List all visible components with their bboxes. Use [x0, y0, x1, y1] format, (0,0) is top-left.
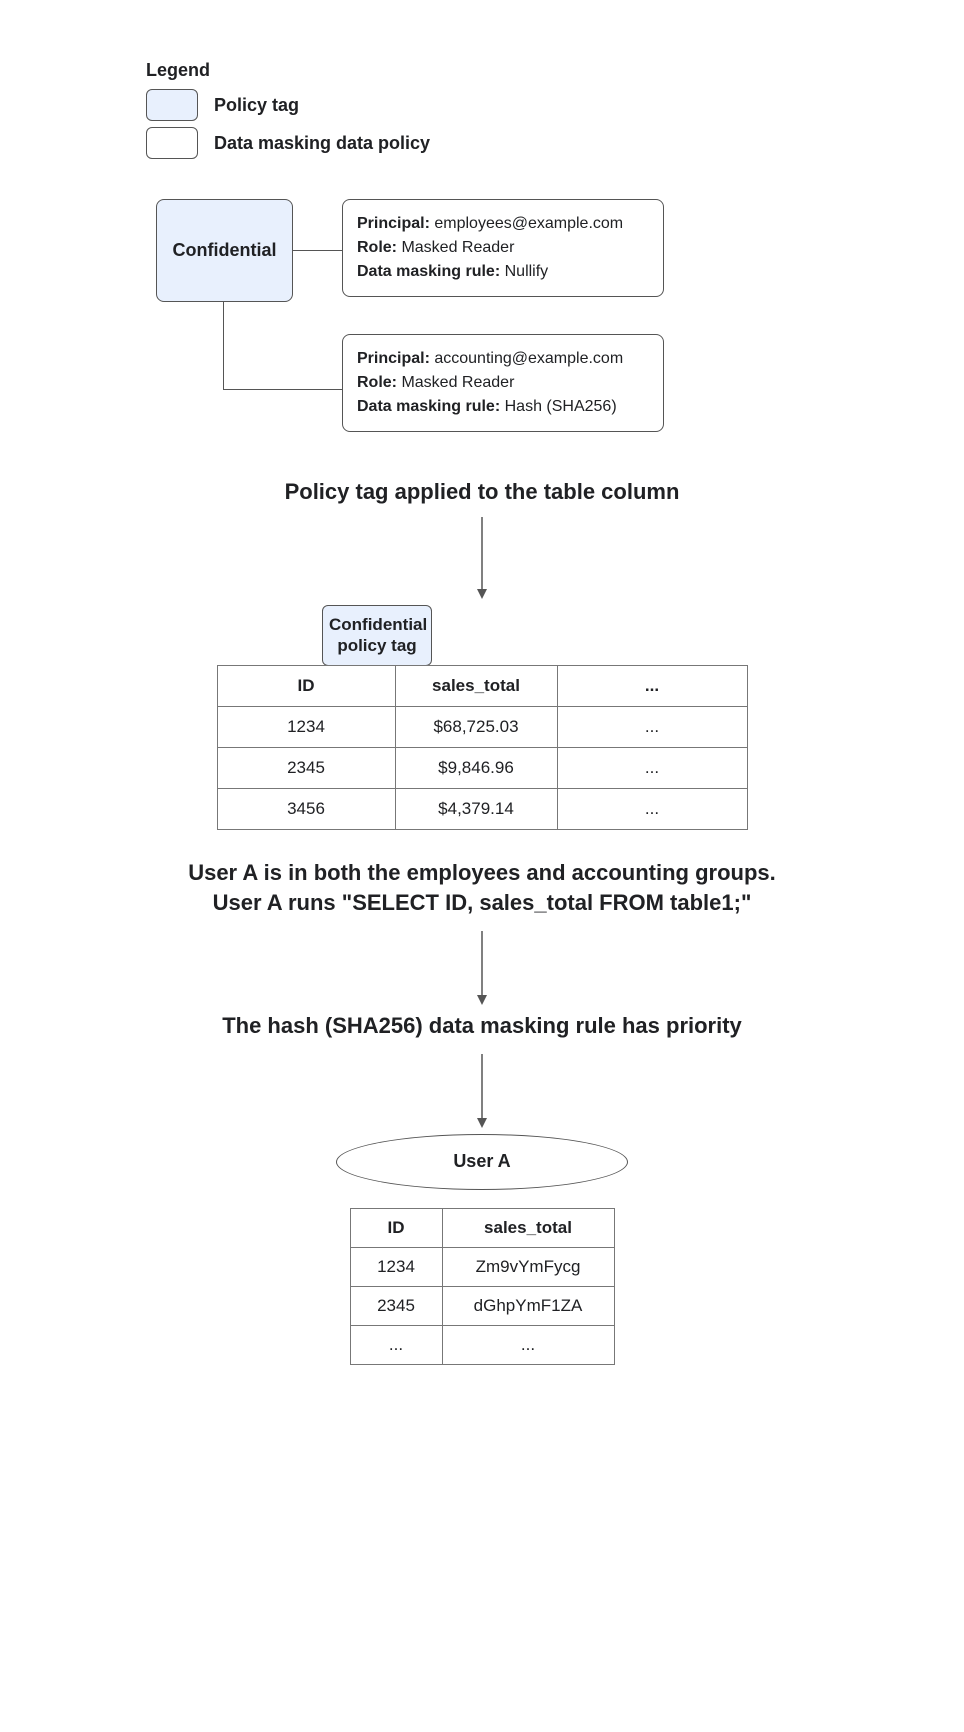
legend-row-policy-tag: Policy tag: [146, 89, 884, 121]
source-table: ID sales_total ... 1234 $68,725.03 ... 2…: [217, 665, 748, 830]
col-header-id: ID: [350, 1208, 442, 1247]
col-header-sales-total: sales_total: [395, 665, 557, 706]
rule-value: Hash (SHA256): [505, 398, 617, 415]
role-value: Masked Reader: [401, 374, 514, 391]
table-row: 2345 dGhpYmF1ZA: [350, 1286, 614, 1325]
cell-id: 3456: [217, 788, 395, 829]
legend-label-policy-tag: Policy tag: [214, 95, 299, 116]
caption-line: User A is in both the employees and acco…: [188, 860, 776, 885]
rule-value: Nullify: [505, 263, 549, 280]
col-header-id: ID: [217, 665, 395, 706]
badge-line: Confidential: [329, 615, 427, 634]
data-policy-swatch-icon: [146, 127, 198, 159]
arrow-down-icon: [472, 1052, 492, 1130]
table-row: ... ...: [350, 1325, 614, 1364]
legend-title: Legend: [146, 60, 884, 81]
arrow-down-block: [80, 515, 884, 601]
cell-sales-total: $4,379.14: [395, 788, 557, 829]
cell-ellipsis: ...: [442, 1325, 614, 1364]
user-a-oval: User A: [336, 1134, 628, 1190]
caption-line: User A runs "SELECT ID, sales_total FROM…: [213, 890, 752, 915]
principal-label: Principal:: [357, 215, 430, 232]
col-header-sales-total: sales_total: [442, 1208, 614, 1247]
data-policy-box-accounting: Principal: accounting@example.com Role: …: [342, 334, 664, 432]
principal-value: accounting@example.com: [434, 350, 623, 367]
rule-label: Data masking rule:: [357, 398, 500, 415]
cell-ellipsis: ...: [350, 1325, 442, 1364]
rule-label: Data masking rule:: [357, 263, 500, 280]
cell-id: 2345: [350, 1286, 442, 1325]
arrow-down-block: [80, 929, 884, 1007]
arrow-down-block: [80, 1052, 884, 1130]
legend-block: Legend Policy tag Data masking data poli…: [146, 60, 884, 159]
caption-priority: The hash (SHA256) data masking rule has …: [80, 1011, 884, 1042]
cell-ellipsis: ...: [557, 747, 747, 788]
col-header-ellipsis: ...: [557, 665, 747, 706]
policy-diagram: Confidential Principal: employees@exampl…: [80, 199, 884, 459]
principal-value: employees@example.com: [434, 215, 623, 232]
data-policy-box-employees: Principal: employees@example.com Role: M…: [342, 199, 664, 297]
role-label: Role:: [357, 374, 397, 391]
table-header-row: ID sales_total ...: [217, 665, 747, 706]
policy-tag-swatch-icon: [146, 89, 198, 121]
connector-line-icon: [293, 250, 342, 251]
table-row: 3456 $4,379.14 ...: [217, 788, 747, 829]
cell-id: 1234: [217, 706, 395, 747]
confidential-policy-tag-badge: Confidential policy tag: [322, 605, 432, 666]
table-row: 2345 $9,846.96 ...: [217, 747, 747, 788]
result-table: ID sales_total 1234 Zm9vYmFycg 2345 dGhp…: [350, 1208, 615, 1365]
legend-row-data-policy: Data masking data policy: [146, 127, 884, 159]
cell-sales-total-masked: Zm9vYmFycg: [442, 1247, 614, 1286]
cell-ellipsis: ...: [557, 788, 747, 829]
badge-line: policy tag: [337, 636, 416, 655]
connector-line-icon: [223, 389, 342, 390]
cell-ellipsis: ...: [557, 706, 747, 747]
cell-sales-total: $68,725.03: [395, 706, 557, 747]
cell-id: 2345: [217, 747, 395, 788]
caption-user-scenario: User A is in both the employees and acco…: [80, 858, 884, 920]
arrow-down-icon: [472, 929, 492, 1007]
table-row: 1234 Zm9vYmFycg: [350, 1247, 614, 1286]
role-value: Masked Reader: [401, 239, 514, 256]
connector-line-icon: [223, 302, 224, 389]
principal-label: Principal:: [357, 350, 430, 367]
cell-sales-total: $9,846.96: [395, 747, 557, 788]
arrow-down-icon: [472, 515, 492, 601]
table-row: 1234 $68,725.03 ...: [217, 706, 747, 747]
table-header-row: ID sales_total: [350, 1208, 614, 1247]
legend-label-data-policy: Data masking data policy: [214, 133, 430, 154]
section-title-applied: Policy tag applied to the table column: [80, 479, 884, 505]
confidential-policy-tag-box: Confidential: [156, 199, 293, 302]
cell-sales-total-masked: dGhpYmF1ZA: [442, 1286, 614, 1325]
cell-id: 1234: [350, 1247, 442, 1286]
role-label: Role:: [357, 239, 397, 256]
